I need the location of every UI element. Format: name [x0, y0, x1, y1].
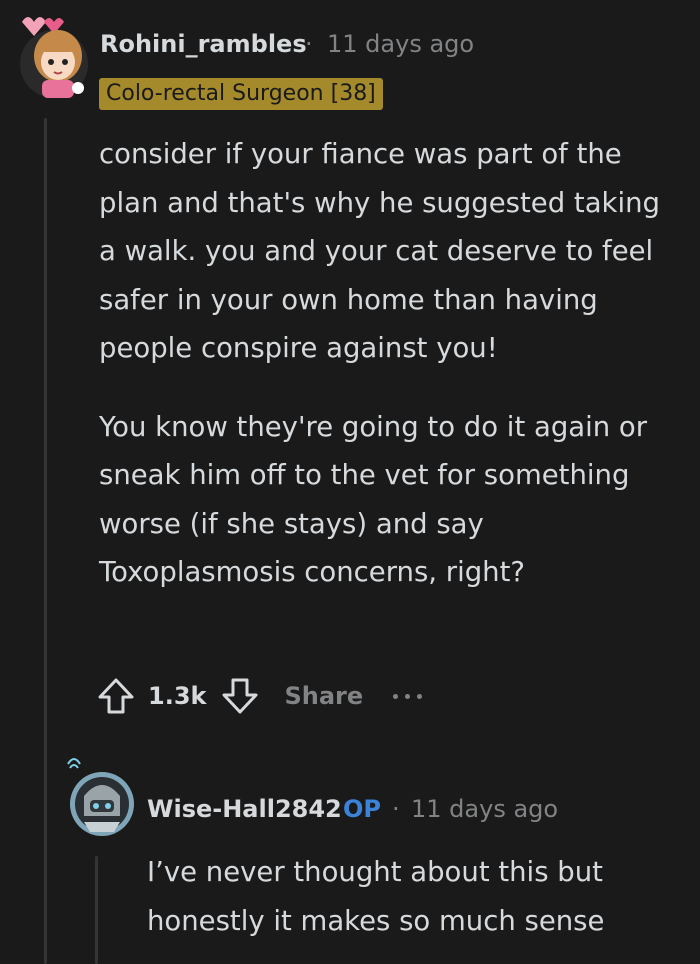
user-flair: Colo-rectal Surgeon [38]	[99, 78, 383, 110]
robot-avatar-icon	[67, 758, 134, 836]
arrow-down-icon	[222, 678, 258, 714]
user-avatar[interactable]	[8, 12, 90, 102]
reply-author[interactable]: Wise-Hall2842	[147, 795, 342, 823]
more-dots-icon	[405, 693, 411, 699]
op-badge: OP	[343, 795, 381, 823]
meta-separator: ·	[392, 795, 400, 823]
more-dots-icon	[393, 693, 399, 699]
thread-line[interactable]	[44, 118, 47, 964]
reply-thread-line[interactable]	[95, 856, 98, 964]
comment-author[interactable]: Rohini_rambles	[100, 30, 307, 58]
comment-paragraph: consider if your fiance was part of the …	[99, 138, 660, 364]
upvote-button[interactable]	[96, 676, 136, 716]
comment-timestamp[interactable]: 11 days ago	[327, 30, 474, 58]
reply-body: I’ve never thought about this but honest…	[147, 856, 605, 937]
anime-girl-avatar-icon	[20, 17, 88, 98]
reply-timestamp[interactable]: 11 days ago	[411, 795, 558, 823]
comment-body: consider if your fiance was part of the …	[99, 130, 679, 597]
reply-user-avatar[interactable]	[64, 756, 138, 840]
meta-separator: ·	[305, 30, 313, 58]
more-dots-icon	[417, 693, 423, 699]
comment-actions: 1.3k Share	[96, 676, 423, 716]
share-button[interactable]: Share	[284, 682, 363, 710]
arrow-up-icon	[98, 678, 134, 714]
downvote-button[interactable]	[220, 676, 260, 716]
vote-score: 1.3k	[148, 682, 207, 710]
more-options-button[interactable]	[393, 693, 423, 699]
comment-paragraph: You know they're going to do it again or…	[99, 410, 648, 589]
